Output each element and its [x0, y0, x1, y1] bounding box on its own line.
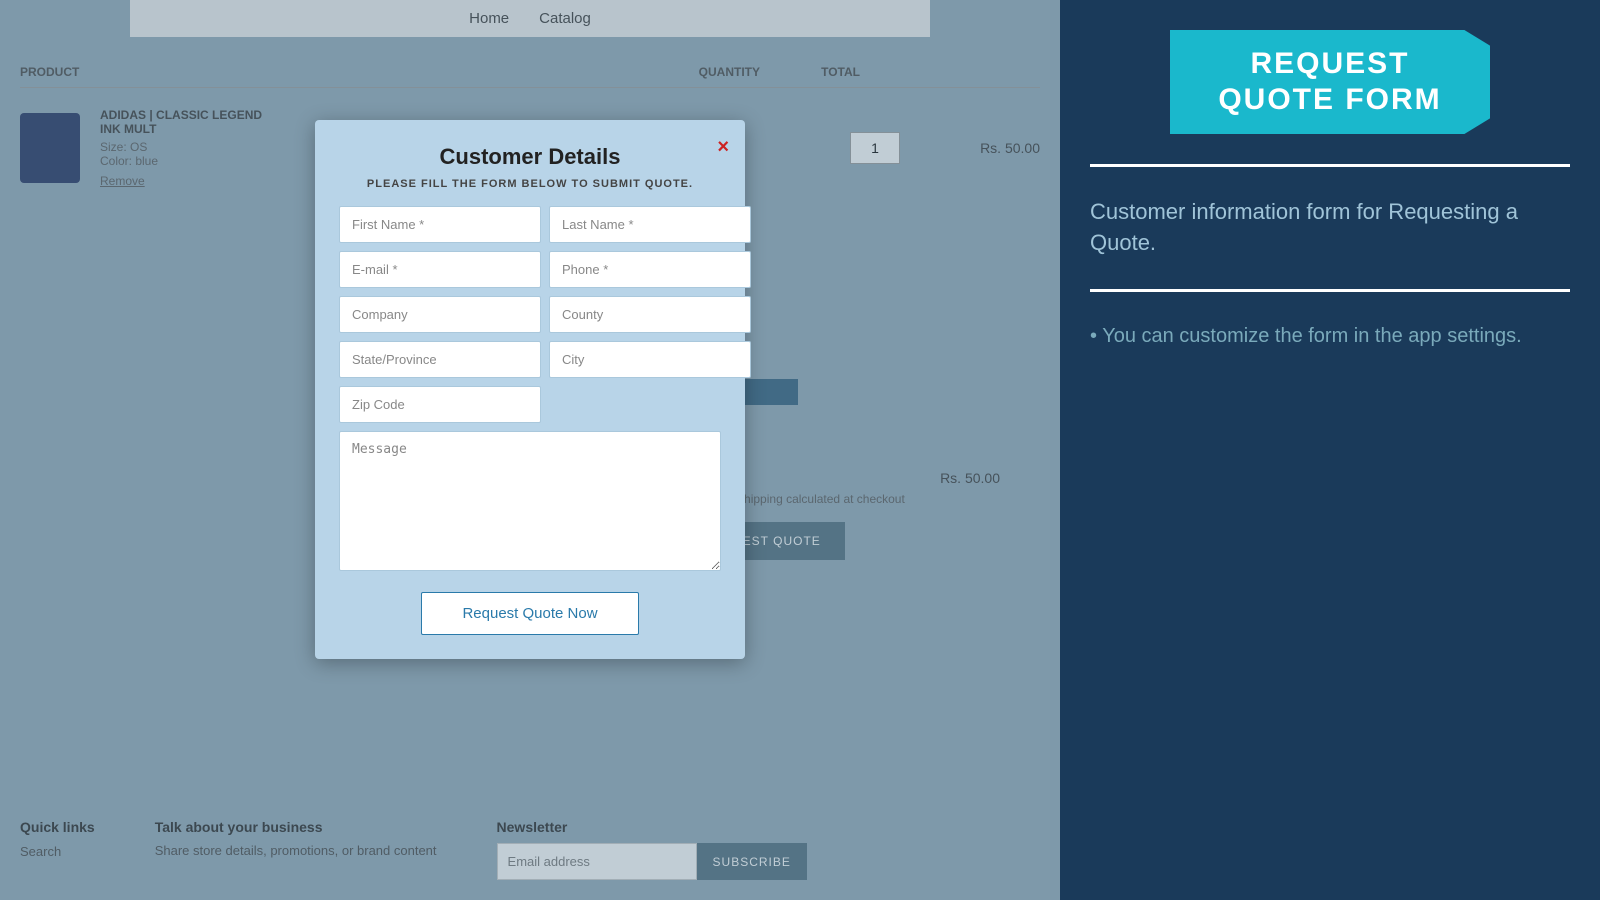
company-field[interactable] [339, 296, 541, 333]
submit-button[interactable]: Request Quote Now [421, 592, 638, 635]
panel-description: Customer information form for Requesting… [1060, 177, 1600, 279]
panel-note: • You can customize the form in the app … [1060, 302, 1600, 370]
last-name-input[interactable] [549, 206, 751, 243]
city-field[interactable] [549, 341, 751, 378]
form-row-zip [339, 386, 721, 423]
phone-field[interactable] [549, 251, 751, 288]
county-field[interactable] [549, 296, 751, 333]
modal-title: Customer Details [339, 144, 721, 170]
modal-subtitle: PLEASE FILL THE FORM BELOW TO SUBMIT QUO… [339, 178, 721, 190]
modal-close-button[interactable]: × [717, 136, 729, 159]
state-field[interactable] [339, 341, 541, 378]
customer-details-modal: Customer Details × PLEASE FILL THE FORM … [315, 120, 745, 659]
email-field[interactable] [339, 251, 541, 288]
divider-top [1090, 164, 1570, 167]
form-row-state-city [339, 341, 721, 378]
first-name-input[interactable] [339, 206, 541, 243]
form-row-company [339, 296, 721, 333]
form-row-contact [339, 251, 721, 288]
right-panel: REQUEST QUOTE FORM Customer information … [1060, 0, 1600, 900]
banner-text: REQUEST QUOTE FORM [1200, 46, 1460, 118]
divider-bottom [1090, 289, 1570, 292]
form-row-name [339, 206, 721, 243]
banner: REQUEST QUOTE FORM [1170, 30, 1490, 134]
message-field[interactable] [339, 431, 721, 571]
modal-overlay: Customer Details × PLEASE FILL THE FORM … [0, 0, 1060, 900]
zip-field[interactable] [339, 386, 541, 423]
